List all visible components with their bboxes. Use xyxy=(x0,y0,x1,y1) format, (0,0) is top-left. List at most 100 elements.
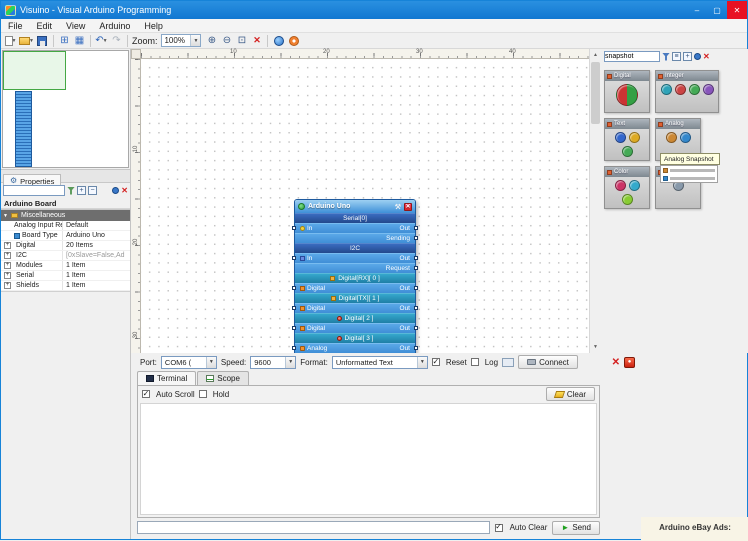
palette-category-text[interactable]: Text xyxy=(604,118,650,161)
grid-view-button[interactable]: ⊞ xyxy=(58,34,71,47)
property-row[interactable]: + Shields 1 Item xyxy=(1,281,130,291)
zoom-out-button[interactable]: ⊖ xyxy=(220,34,233,47)
save-button[interactable] xyxy=(36,34,49,47)
zoom-fit-button[interactable]: ⊡ xyxy=(235,34,248,47)
add-category-icon[interactable]: + xyxy=(683,52,692,61)
expand-icon[interactable]: + xyxy=(4,242,11,249)
design-overview-thumbnail[interactable] xyxy=(2,50,129,168)
open-project-button[interactable]: ▼ xyxy=(19,34,34,47)
reset-checkbox[interactable] xyxy=(431,358,440,366)
pin-connector[interactable] xyxy=(414,235,418,240)
filter-icon[interactable] xyxy=(662,52,670,61)
component-icon[interactable] xyxy=(702,84,714,95)
component-icon[interactable] xyxy=(614,132,626,143)
table-view-button[interactable]: ▦ xyxy=(73,34,86,47)
palette-search-input[interactable] xyxy=(604,51,660,62)
format-select[interactable]: Unformatted Text ▼ xyxy=(331,355,428,369)
zoom-in-button[interactable]: ⊕ xyxy=(205,34,218,47)
port-select[interactable]: COM6 ( ▼ xyxy=(160,355,217,369)
pin-icon[interactable] xyxy=(694,53,701,60)
palette-category-integer[interactable]: Integer xyxy=(655,70,719,113)
pin-connector[interactable] xyxy=(414,225,418,230)
expand-icon[interactable]: + xyxy=(4,262,11,269)
palette-category-digital[interactable]: Digital xyxy=(604,70,650,113)
pin-connector[interactable] xyxy=(292,325,296,330)
auto-scroll-label[interactable]: Auto Scroll xyxy=(156,390,195,399)
pin-connector[interactable] xyxy=(414,305,418,310)
scroll-down-icon[interactable]: ▼ xyxy=(590,341,601,353)
chevron-down-icon[interactable]: ▼ xyxy=(205,356,216,368)
stop-icon[interactable]: ● xyxy=(624,356,635,368)
delete-button[interactable]: ✕ xyxy=(250,34,263,47)
component-icon[interactable] xyxy=(679,132,691,143)
collapse-all-icon[interactable]: − xyxy=(88,186,97,195)
redo-button[interactable]: ↷ xyxy=(110,34,123,47)
tab-terminal[interactable]: Terminal xyxy=(137,371,197,385)
component-icon[interactable] xyxy=(621,146,633,157)
scroll-up-icon[interactable]: ▲ xyxy=(590,49,601,61)
web-globe-icon[interactable] xyxy=(272,34,285,47)
property-row[interactable]: + Digital 20 Items xyxy=(1,241,130,251)
chevron-down-icon[interactable]: ▼ xyxy=(416,356,427,368)
viewport-indicator[interactable] xyxy=(3,51,66,90)
component-icon[interactable] xyxy=(616,84,638,106)
property-row[interactable]: + I2C [0xSlave=False,Ad xyxy=(1,251,130,261)
clear-button[interactable]: Clear xyxy=(545,387,595,401)
menu-item-help[interactable]: Help xyxy=(137,19,170,32)
pin-connector[interactable] xyxy=(414,325,418,330)
chevron-down-icon[interactable]: ▼ xyxy=(190,35,201,46)
search-result-item[interactable] xyxy=(663,176,715,181)
property-row[interactable]: + Modules 1 Item xyxy=(1,261,130,271)
menu-item-arduino[interactable]: Arduino xyxy=(92,19,137,32)
speed-select[interactable]: 9600 ▼ xyxy=(250,355,297,369)
pin-connector[interactable] xyxy=(292,255,296,260)
wrench-icon[interactable]: ⚒ xyxy=(395,203,401,211)
tab-scope[interactable]: Scope xyxy=(197,371,249,385)
auto-scroll-checkbox[interactable] xyxy=(142,390,150,398)
search-result-item[interactable] xyxy=(663,168,715,173)
clear-search-icon[interactable]: ✕ xyxy=(703,52,710,61)
send-button[interactable]: ► Send xyxy=(552,520,600,535)
pin-connector[interactable] xyxy=(292,305,296,310)
hold-label[interactable]: Hold xyxy=(213,390,229,399)
chevron-down-icon[interactable]: ▼ xyxy=(285,356,296,368)
pin-connector[interactable] xyxy=(292,345,296,350)
auto-clear-checkbox[interactable] xyxy=(494,523,503,532)
pin-icon[interactable] xyxy=(112,187,120,194)
minimize-button[interactable]: – xyxy=(687,1,707,19)
disconnect-icon[interactable]: ✕ xyxy=(612,357,620,368)
undo-button[interactable]: ↶ ▼ xyxy=(95,34,108,47)
palette-category-color[interactable]: Color xyxy=(604,166,650,209)
pin-connector[interactable] xyxy=(414,285,418,290)
expand-icon[interactable]: + xyxy=(4,282,11,289)
scrollbar-thumb[interactable] xyxy=(591,62,600,124)
component-icon[interactable] xyxy=(688,84,700,95)
property-value[interactable]: 20 Items xyxy=(63,241,130,250)
arrange-icon[interactable]: ≡ xyxy=(672,52,681,61)
property-value[interactable]: Arduino Uno xyxy=(63,231,130,240)
close-button[interactable]: ✕ xyxy=(727,1,747,19)
connect-button[interactable]: Connect xyxy=(518,355,578,369)
menu-item-file[interactable]: File xyxy=(1,19,30,32)
pin-connector[interactable] xyxy=(414,345,418,350)
component-header[interactable]: Arduino Uno ⚒ ✕ xyxy=(295,200,415,213)
zoom-select[interactable]: 100% ▼ xyxy=(161,34,202,47)
property-value[interactable]: 1 Item xyxy=(63,281,130,290)
send-input[interactable] xyxy=(137,521,490,534)
log-label[interactable]: Log xyxy=(485,358,498,367)
property-row[interactable]: + Serial 1 Item xyxy=(1,271,130,281)
tree-root-miscellaneous[interactable]: ▼ Miscellaneous xyxy=(1,210,130,221)
clear-filter-icon[interactable]: ✕ xyxy=(121,186,128,195)
pin-connector[interactable] xyxy=(414,255,418,260)
canvas-vertical-scrollbar[interactable]: ▲ ▼ xyxy=(589,49,601,353)
component-icon[interactable] xyxy=(614,180,626,191)
property-row[interactable]: Board Type Arduino Uno xyxy=(1,231,130,241)
menu-item-view[interactable]: View xyxy=(59,19,92,32)
expand-icon[interactable]: + xyxy=(4,272,11,279)
new-project-button[interactable]: ▼ xyxy=(4,34,17,47)
log-options-icon[interactable] xyxy=(502,357,515,367)
expand-icon[interactable]: + xyxy=(4,252,11,259)
property-value[interactable]: 1 Item xyxy=(63,271,130,280)
component-icon[interactable] xyxy=(628,132,640,143)
menu-item-edit[interactable]: Edit xyxy=(30,19,60,32)
